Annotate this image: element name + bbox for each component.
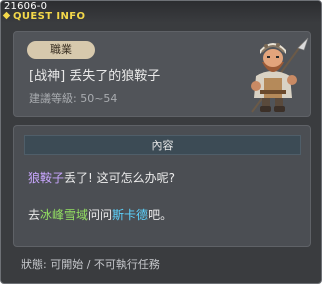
content-header: 內容 [24,135,301,155]
quest-info-window: 21606-0 QUEST INFO 職業 [战神] 丢失了的狼鞍子 建議等級:… [0,0,322,284]
item-name: 狼鞍子 [28,171,65,185]
location-name: 冰峰雪域 [40,208,89,222]
description-line-2: 去冰峰雪域问问斯卡德吧。 [28,207,172,223]
quest-content-panel: 內容 狼鞍子丢了! 这可怎么办呢? 去冰峰雪域问问斯卡德吧。 [13,125,311,247]
description-text: 吧。 [148,208,173,222]
description-line-1: 狼鞍子丢了! 这可怎么办呢? [28,170,175,186]
npc-warrior-icon [251,37,309,113]
job-badge: 職業 [27,41,95,59]
quest-summary-panel: 職業 [战神] 丢失了的狼鞍子 建議等級: 50~54 [13,31,311,117]
description-text: 丢了! 这可怎么办呢? [64,171,176,185]
window-title: QUEST INFO [13,11,86,22]
description-text: 去 [28,208,41,222]
quest-status: 狀態: 可開始 / 不可執行任務 [21,258,160,271]
quest-name: [战神] 丢失了的狼鞍子 [29,69,161,84]
description-text: 问问 [88,208,113,222]
recommended-level: 建議等級: 50~54 [29,92,118,105]
npc-name: 斯卡德 [112,208,149,222]
title-bar[interactable]: 21606-0 QUEST INFO [1,1,321,23]
title-diamond-icon [2,11,11,20]
